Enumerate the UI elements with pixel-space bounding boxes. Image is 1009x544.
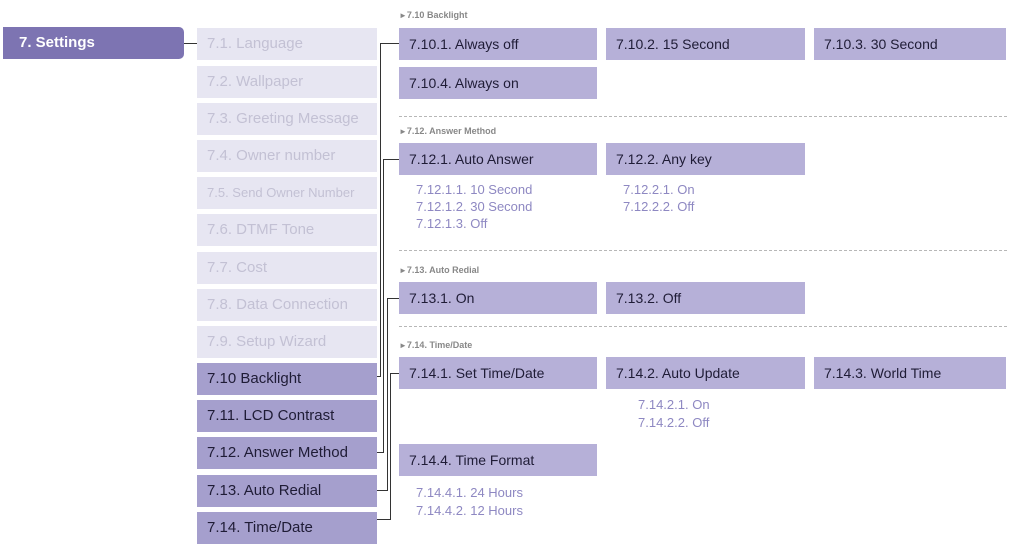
menu-item-lcd-contrast[interactable]: 7.11. LCD Contrast bbox=[197, 400, 377, 432]
section-divider bbox=[399, 250, 1007, 251]
sub-option-any-key-on[interactable]: 7.12.2.1. On bbox=[623, 181, 695, 198]
section-title-backlight: ►7.10 Backlight bbox=[399, 10, 468, 20]
sub-option-auto-update-on[interactable]: 7.14.2.1. On bbox=[638, 396, 710, 413]
sub-option-time-format-24h[interactable]: 7.14.4.1. 24 Hours bbox=[416, 484, 523, 501]
option-redial-off[interactable]: 7.13.2. Off bbox=[606, 282, 805, 314]
option-any-key[interactable]: 7.12.2. Any key bbox=[606, 143, 805, 175]
section-divider bbox=[399, 326, 1007, 327]
menu-item-setup-wizard[interactable]: 7.9. Setup Wizard bbox=[197, 326, 377, 358]
triangle-right-icon: ► bbox=[399, 127, 407, 136]
settings-root[interactable]: 7. Settings bbox=[3, 27, 184, 59]
sub-option-time-format-12h[interactable]: 7.14.4.2. 12 Hours bbox=[416, 502, 523, 519]
sub-option-any-key-off[interactable]: 7.12.2.2. Off bbox=[623, 198, 694, 215]
option-set-time-date[interactable]: 7.14.1. Set Time/Date bbox=[399, 357, 597, 389]
timedate-connector-stub bbox=[377, 519, 390, 520]
triangle-right-icon: ► bbox=[399, 11, 407, 20]
triangle-right-icon: ► bbox=[399, 266, 407, 275]
option-backlight-always-off[interactable]: 7.10.1. Always off bbox=[399, 28, 597, 60]
option-auto-update[interactable]: 7.14.2. Auto Update bbox=[606, 357, 805, 389]
redial-connector-stub bbox=[377, 490, 387, 491]
triangle-right-icon: ► bbox=[399, 341, 407, 350]
menu-item-wallpaper[interactable]: 7.2. Wallpaper bbox=[197, 66, 377, 98]
answer-connector-vertical bbox=[383, 159, 384, 453]
menu-item-cost[interactable]: 7.7. Cost bbox=[197, 252, 377, 284]
option-backlight-15-second[interactable]: 7.10.2. 15 Second bbox=[606, 28, 805, 60]
redial-connector-vertical bbox=[387, 298, 388, 491]
timedate-connector-arm bbox=[390, 373, 399, 374]
menu-item-send-owner-number[interactable]: 7.5. Send Owner Number bbox=[197, 177, 377, 209]
redial-connector-arm bbox=[387, 298, 399, 299]
menu-item-owner-number[interactable]: 7.4. Owner number bbox=[197, 140, 377, 172]
timedate-connector-vertical bbox=[390, 373, 391, 520]
menu-item-answer-method[interactable]: 7.12. Answer Method bbox=[197, 437, 377, 469]
menu-item-auto-redial[interactable]: 7.13. Auto Redial bbox=[197, 475, 377, 507]
option-auto-answer[interactable]: 7.12.1. Auto Answer bbox=[399, 143, 597, 175]
section-title-auto-redial: ►7.13. Auto Redial bbox=[399, 265, 480, 275]
menu-item-greeting-message[interactable]: 7.3. Greeting Message bbox=[197, 103, 377, 135]
section-title-time-date: ►7.14. Time/Date bbox=[399, 340, 473, 350]
option-world-time[interactable]: 7.14.3. World Time bbox=[814, 357, 1006, 389]
answer-connector-arm bbox=[383, 159, 399, 160]
menu-item-language[interactable]: 7.1. Language bbox=[197, 28, 377, 60]
root-connector bbox=[184, 43, 197, 44]
option-redial-on[interactable]: 7.13.1. On bbox=[399, 282, 597, 314]
menu-item-data-connection[interactable]: 7.8. Data Connection bbox=[197, 289, 377, 321]
section-title-answer-method: ►7.12. Answer Method bbox=[399, 126, 497, 136]
option-backlight-always-on[interactable]: 7.10.4. Always on bbox=[399, 67, 597, 99]
menu-item-backlight[interactable]: 7.10 Backlight bbox=[197, 363, 377, 395]
option-backlight-30-second[interactable]: 7.10.3. 30 Second bbox=[814, 28, 1006, 60]
menu-item-time-date[interactable]: 7.14. Time/Date bbox=[197, 512, 377, 544]
option-time-format[interactable]: 7.14.4. Time Format bbox=[399, 444, 597, 476]
backlight-connector-vertical bbox=[380, 43, 381, 377]
sub-option-auto-answer-30s[interactable]: 7.12.1.2. 30 Second bbox=[416, 198, 532, 215]
menu-item-dtmf-tone[interactable]: 7.6. DTMF Tone bbox=[197, 214, 377, 246]
sub-option-auto-answer-off[interactable]: 7.12.1.3. Off bbox=[416, 215, 487, 232]
sub-option-auto-answer-10s[interactable]: 7.12.1.1. 10 Second bbox=[416, 181, 532, 198]
sub-option-auto-update-off[interactable]: 7.14.2.2. Off bbox=[638, 414, 709, 431]
backlight-connector-arm bbox=[380, 43, 399, 44]
section-divider bbox=[399, 116, 1007, 117]
